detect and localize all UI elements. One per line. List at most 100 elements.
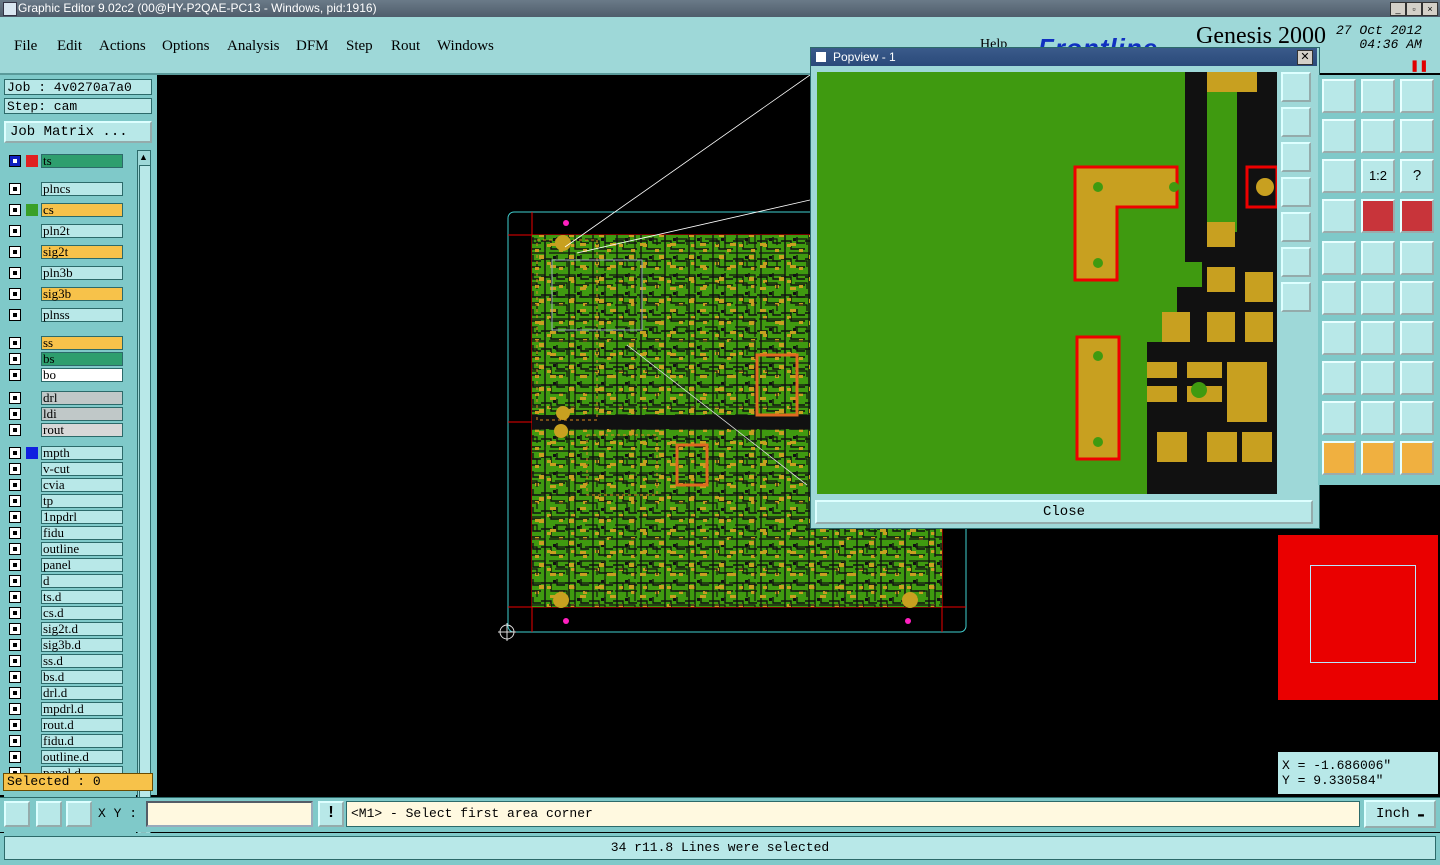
layer-row-fidu-d[interactable]: fidu.d <box>6 734 126 748</box>
layer-name[interactable]: mpdrl.d <box>41 702 123 716</box>
layer-name[interactable]: bs <box>41 352 123 366</box>
layer-checkbox[interactable] <box>9 447 21 459</box>
draw-mode-icon[interactable] <box>1322 241 1356 275</box>
layer-checkbox[interactable] <box>9 353 21 365</box>
layer-checkbox[interactable] <box>9 623 21 635</box>
layer-checkbox[interactable] <box>9 639 21 651</box>
layer-checkbox[interactable] <box>9 703 21 715</box>
layer-row-rout[interactable]: rout <box>6 423 126 437</box>
layer-checkbox[interactable] <box>9 719 21 731</box>
layer-checkbox[interactable] <box>9 408 21 420</box>
layer-name[interactable]: sig2t <box>41 245 123 259</box>
layer-checkbox[interactable] <box>9 751 21 763</box>
layer-row-drl-d[interactable]: drl.d <box>6 686 126 700</box>
scale-icon[interactable]: 1:2 <box>1361 159 1395 193</box>
layer-checkbox[interactable] <box>9 246 21 258</box>
layer-name[interactable]: ts <box>41 154 123 168</box>
cross-icon[interactable] <box>1322 281 1356 315</box>
grid-icon[interactable] <box>66 801 92 827</box>
layer-row-outline[interactable]: outline <box>6 542 126 556</box>
layer-name[interactable]: tp <box>41 494 123 508</box>
layer-name[interactable]: sig2t.d <box>41 622 123 636</box>
layer-scrollbar[interactable]: ▲ ▼ <box>137 150 151 842</box>
layer-row-cs-d[interactable]: cs.d <box>6 606 126 620</box>
ruler-icon[interactable] <box>1361 241 1395 275</box>
polygon-edit-icon[interactable] <box>1361 401 1395 435</box>
window-close-button[interactable]: × <box>1422 2 1438 16</box>
layer-row-sig2t-d[interactable]: sig2t.d <box>6 622 126 636</box>
polygon-icon[interactable] <box>1322 401 1356 435</box>
layer-row-1npdrl[interactable]: 1npdrl <box>6 510 126 524</box>
add-line-icon[interactable] <box>1361 281 1395 315</box>
pointer-icon[interactable] <box>1322 441 1356 475</box>
zoom-fit-icon[interactable] <box>1322 159 1356 193</box>
layer-row-pln2t[interactable]: pln2t <box>6 224 126 238</box>
popview-tool-1[interactable] <box>1281 72 1311 102</box>
layer-name[interactable]: plncs <box>41 182 123 196</box>
layer-row-plncs[interactable]: plncs <box>6 182 126 196</box>
job-matrix-button[interactable]: Job Matrix ... <box>4 121 152 143</box>
layer-row-pln3b[interactable]: pln3b <box>6 266 126 280</box>
resize-icon[interactable] <box>4 801 30 827</box>
layer-name[interactable]: pln2t <box>41 224 123 238</box>
menu-rout[interactable]: Rout <box>391 38 420 55</box>
arc-icon[interactable] <box>1361 321 1395 355</box>
minimap[interactable] <box>1278 535 1438 700</box>
layer-checkbox[interactable] <box>9 543 21 555</box>
net-pointer-icon[interactable] <box>1400 441 1434 475</box>
layer-row-tp[interactable]: tp <box>6 494 126 508</box>
popview-close-icon[interactable]: ✕ <box>1297 50 1313 65</box>
text-icon[interactable] <box>1400 321 1434 355</box>
layer-row-mpth[interactable]: mpth <box>6 446 126 460</box>
layer-name[interactable]: bs.d <box>41 670 123 684</box>
layer-checkbox[interactable] <box>9 527 21 539</box>
menu-actions[interactable]: Actions <box>99 38 146 55</box>
layer-name[interactable]: ts.d <box>41 590 123 604</box>
layer-checkbox[interactable] <box>9 687 21 699</box>
popview-tool-2[interactable] <box>1281 107 1311 137</box>
layer-row-bo[interactable]: bo <box>6 368 126 382</box>
layer-name[interactable]: cvia <box>41 478 123 492</box>
menu-file[interactable]: File <box>14 38 37 55</box>
layer-checkbox[interactable] <box>9 392 21 404</box>
layer-name[interactable]: outline.d <box>41 750 123 764</box>
layer-row-cs[interactable]: cs <box>6 203 126 217</box>
layer-name[interactable]: d <box>41 574 123 588</box>
layer-row-d[interactable]: d <box>6 574 126 588</box>
popview-close-button[interactable]: Close <box>815 500 1313 524</box>
layer-checkbox[interactable] <box>9 559 21 571</box>
menu-edit[interactable]: Edit <box>57 38 82 55</box>
popview-tool-5[interactable] <box>1281 212 1311 242</box>
layer-row-drl[interactable]: drl <box>6 391 126 405</box>
layer-row-sig3b-d[interactable]: sig3b.d <box>6 638 126 652</box>
layer-row-mpdrl-d[interactable]: mpdrl.d <box>6 702 126 716</box>
menu-analysis[interactable]: Analysis <box>227 38 280 55</box>
layer-name[interactable]: mpth <box>41 446 123 460</box>
layer-row-bs[interactable]: bs <box>6 352 126 366</box>
scroll-thumb[interactable] <box>139 165 151 827</box>
polygon-cut-icon[interactable] <box>1400 401 1434 435</box>
layer-name[interactable]: plnss <box>41 308 123 322</box>
layer-checkbox[interactable] <box>9 495 21 507</box>
layer-name[interactable]: cs.d <box>41 606 123 620</box>
popview-tool-3[interactable] <box>1281 142 1311 172</box>
maximize-button[interactable]: ▫ <box>1406 2 1422 16</box>
window-icon[interactable] <box>1400 79 1434 113</box>
layer-checkbox[interactable] <box>9 655 21 667</box>
layer-name[interactable]: outline <box>41 542 123 556</box>
layer-name[interactable]: sig3b <box>41 287 123 301</box>
pause-icon[interactable]: ❚❚ <box>1410 59 1428 72</box>
layer-checkbox[interactable] <box>9 337 21 349</box>
menu-windows[interactable]: Windows <box>437 38 494 55</box>
layer-row-ts-d[interactable]: ts.d <box>6 590 126 604</box>
layer-checkbox[interactable] <box>9 155 21 167</box>
popview-zoom-fit-icon[interactable] <box>1281 247 1311 277</box>
scroll-up-icon[interactable]: ▲ <box>139 151 148 163</box>
layer-row-sig2t[interactable]: sig2t <box>6 245 126 259</box>
layer-checkbox[interactable] <box>9 511 21 523</box>
layer-row-v-cut[interactable]: v-cut <box>6 462 126 476</box>
layer-checkbox[interactable] <box>9 309 21 321</box>
minus-icon[interactable] <box>1322 361 1356 395</box>
layer-checkbox[interactable] <box>9 607 21 619</box>
layer-name[interactable]: cs <box>41 203 123 217</box>
